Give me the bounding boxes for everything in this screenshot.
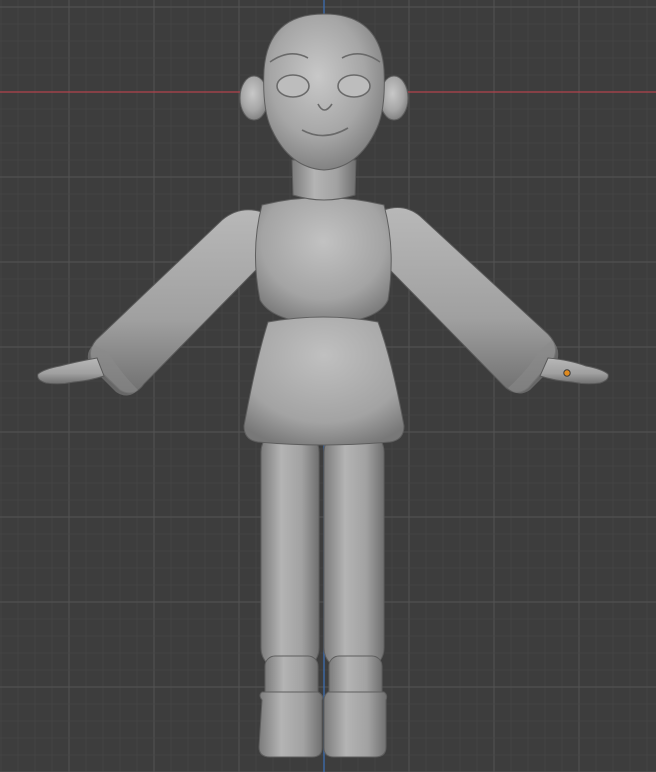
skirt[interactable] xyxy=(243,316,405,446)
left-leg[interactable] xyxy=(258,429,323,758)
left-eye xyxy=(276,74,310,98)
left-arm[interactable] xyxy=(37,209,263,396)
right-arm[interactable] xyxy=(383,207,609,394)
character-model[interactable] xyxy=(37,13,609,758)
right-leg[interactable] xyxy=(323,429,388,758)
right-eye xyxy=(337,74,371,98)
torso[interactable] xyxy=(255,197,392,325)
3d-viewport[interactable] xyxy=(0,0,656,772)
origin-marker[interactable] xyxy=(563,369,571,377)
viewport-canvas[interactable] xyxy=(0,0,656,772)
